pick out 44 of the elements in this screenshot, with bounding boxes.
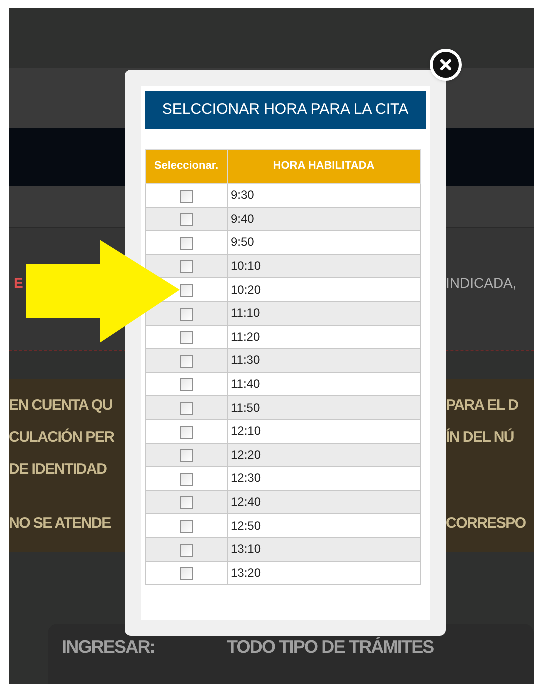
- close-icon: [440, 59, 452, 71]
- checkbox[interactable]: [180, 260, 193, 274]
- time-cell: 13:20: [228, 561, 420, 585]
- warning-text: NO SE ATENDE: [9, 514, 111, 532]
- checkbox[interactable]: [180, 190, 193, 203]
- notice-text: E: [14, 275, 24, 292]
- info-label: INGRESAR:: [62, 636, 156, 659]
- warning-text: CULACIÓN PER: [9, 428, 114, 446]
- checkbox[interactable]: [180, 378, 193, 392]
- checkbox[interactable]: [180, 472, 193, 486]
- time-cell: 9:30: [228, 184, 420, 208]
- checkbox[interactable]: [180, 544, 193, 557]
- time-cell: 11:10: [228, 301, 420, 326]
- checkbox[interactable]: [180, 449, 193, 462]
- checkbox[interactable]: [180, 331, 193, 344]
- checkbox[interactable]: [180, 284, 193, 297]
- checkbox[interactable]: [180, 520, 193, 533]
- checkbox[interactable]: [180, 308, 193, 321]
- checkbox[interactable]: [180, 496, 193, 510]
- warning-text: ÍN DEL NÚ: [446, 428, 514, 446]
- time-cell: 10:20: [228, 278, 420, 302]
- warning-text: EN CUENTA QU: [9, 396, 112, 414]
- warning-text: PARA EL D: [446, 396, 518, 414]
- arrow-icon: [26, 240, 181, 344]
- time-cell: 12:10: [228, 419, 420, 444]
- checkbox[interactable]: [180, 426, 193, 439]
- checkbox[interactable]: [180, 567, 193, 580]
- notice-text: INDICADA,: [446, 275, 517, 292]
- time-cell: 12:50: [228, 514, 420, 538]
- time-cell: 11:50: [228, 396, 420, 420]
- warning-text: DE IDENTIDAD: [9, 460, 107, 478]
- checkbox[interactable]: [180, 354, 193, 368]
- checkbox[interactable]: [180, 213, 193, 226]
- checkbox[interactable]: [180, 236, 193, 250]
- time-cell: 13:10: [228, 537, 420, 561]
- time-cell: 11:30: [228, 348, 420, 372]
- time-cell: 12:30: [228, 466, 420, 490]
- time-cell: 9:50: [228, 230, 420, 254]
- column-header: HORA HABILITADA: [228, 150, 420, 184]
- column-header: Seleccionar.: [146, 150, 228, 184]
- modal-title: SELCCIONAR HORA PARA LA CITA: [145, 91, 426, 129]
- info-value: TODO TIPO DE TRÁMITES: [227, 636, 434, 659]
- warning-text: CORRESPO: [446, 514, 526, 532]
- checkbox[interactable]: [180, 402, 193, 415]
